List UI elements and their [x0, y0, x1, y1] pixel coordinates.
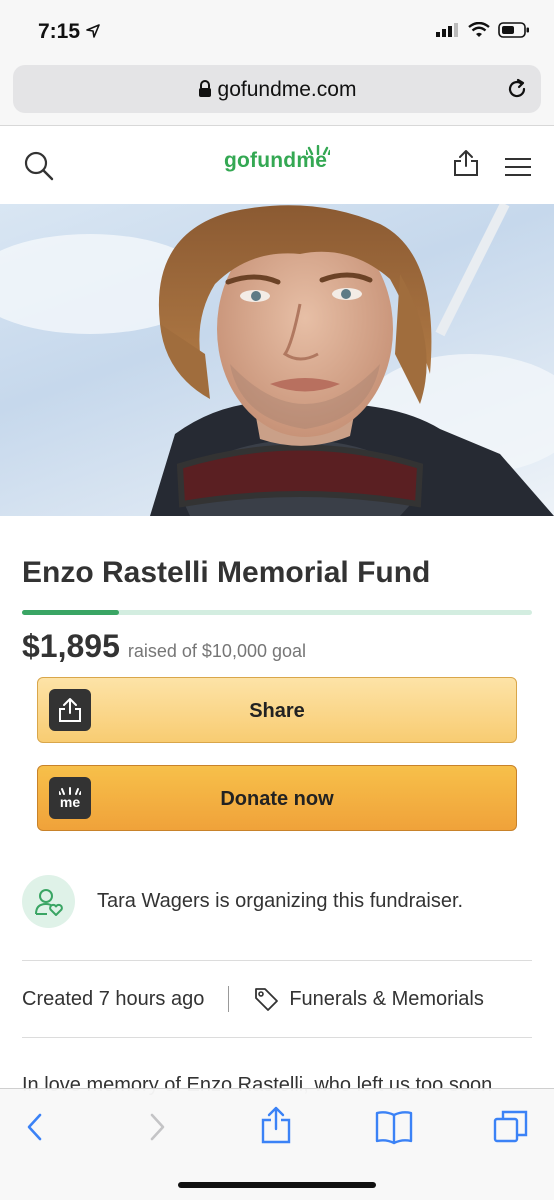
person-heart-icon	[34, 888, 63, 916]
goal-text: raised of $10,000 goal	[127, 641, 307, 661]
status-time: 7:15	[38, 20, 100, 44]
logo-sun-icon	[306, 145, 330, 155]
organizer-avatar	[22, 875, 75, 928]
location-arrow-icon	[86, 20, 100, 44]
portrait-illustration	[0, 204, 554, 516]
browser-address-area: gofundme.com	[0, 62, 554, 126]
donate-button-label: Donate now	[220, 788, 334, 810]
progress-fill	[22, 610, 119, 615]
reload-icon[interactable]	[505, 77, 529, 106]
divider	[22, 960, 532, 961]
site-header: gofundme	[0, 127, 554, 204]
search-icon[interactable]	[24, 151, 54, 186]
campaign-title: Enzo Rastelli Memorial Fund	[22, 556, 431, 589]
address-text[interactable]: gofundme.com	[13, 78, 541, 104]
share-button[interactable]: Share	[37, 677, 517, 743]
status-time-text: 7:15	[38, 20, 81, 43]
lock-icon	[198, 80, 212, 104]
raised-amount: $1,895	[22, 628, 120, 664]
menu-icon[interactable]	[505, 157, 531, 182]
battery-icon	[498, 22, 530, 43]
tag-icon	[253, 986, 279, 1012]
meta-separator	[228, 986, 230, 1012]
wifi-icon	[468, 21, 490, 43]
campaign-meta: Created 7 hours ago Funerals & Memorials	[22, 986, 484, 1012]
donate-button[interactable]: me Donate now	[37, 765, 517, 831]
forward-icon[interactable]	[146, 1109, 168, 1150]
tabs-icon[interactable]	[493, 1109, 529, 1150]
divider	[22, 1037, 532, 1038]
status-icons	[436, 21, 530, 43]
status-bar: 7:15	[0, 0, 554, 62]
bookmarks-icon[interactable]	[374, 1109, 414, 1150]
share-button-label: Share	[249, 700, 305, 722]
raised-summary: $1,895 raised of $10,000 goal	[22, 628, 306, 665]
back-icon[interactable]	[24, 1109, 46, 1150]
gofundme-logo[interactable]: gofundme	[224, 145, 330, 173]
address-bar[interactable]: gofundme.com	[13, 65, 541, 113]
signal-icon	[436, 23, 460, 42]
organizer-row: Tara Wagers is organizing this fundraise…	[22, 875, 463, 928]
share-icon[interactable]	[260, 1105, 292, 1150]
url-text: gofundme.com	[217, 78, 357, 101]
progress-bar	[22, 610, 532, 615]
created-text: Created 7 hours ago	[22, 987, 205, 1010]
category-link[interactable]: Funerals & Memorials	[289, 988, 484, 1011]
share-icon[interactable]	[453, 149, 479, 182]
organizer-text: Tara Wagers is organizing this fundraise…	[97, 890, 464, 912]
campaign-hero-image	[0, 204, 554, 516]
home-indicator[interactable]	[178, 1182, 376, 1188]
